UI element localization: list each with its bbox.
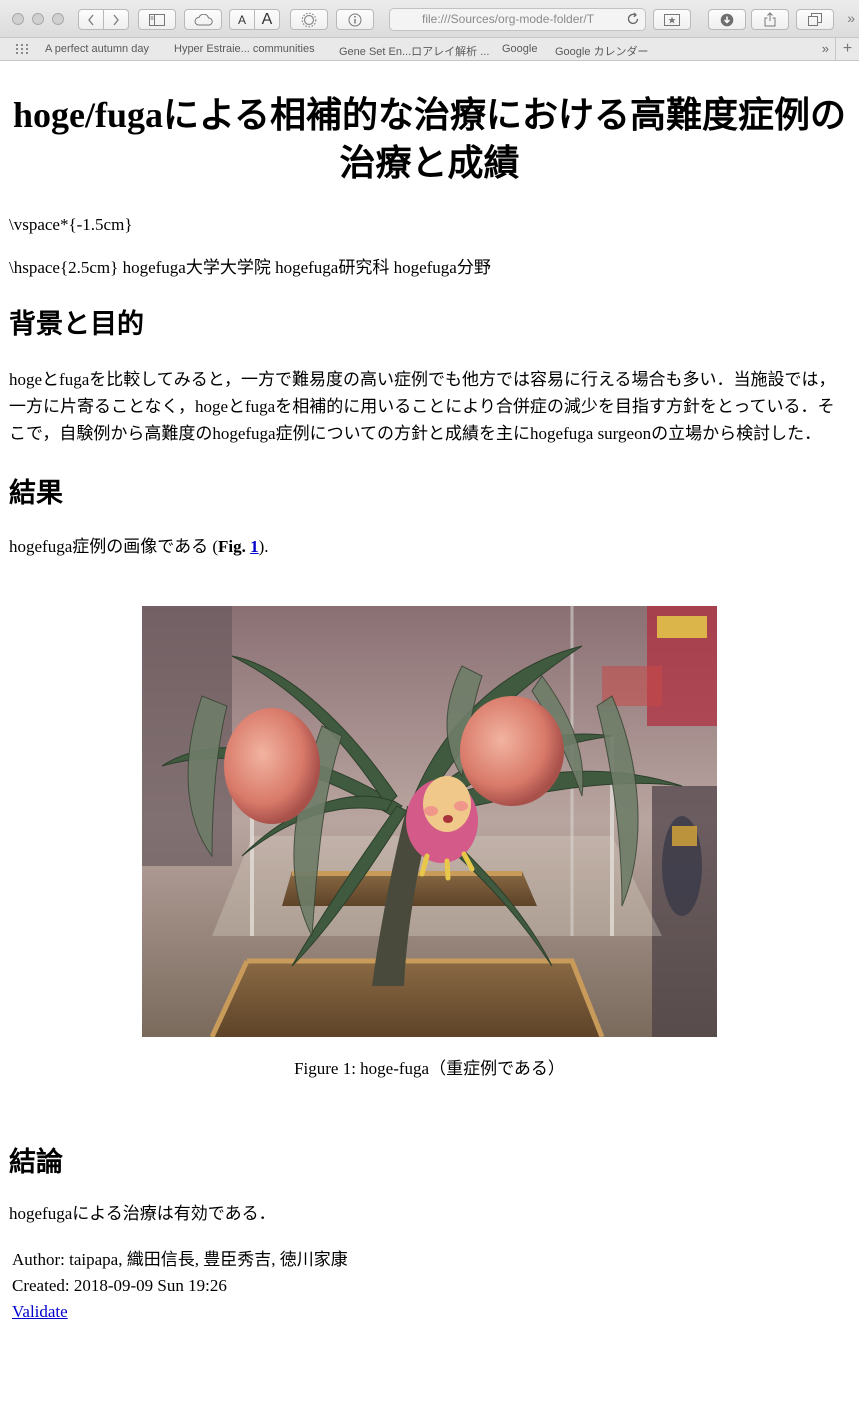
icloud-tabs-button[interactable] bbox=[184, 9, 222, 30]
info-icon bbox=[348, 13, 362, 26]
toolbar-overflow-icon[interactable]: » bbox=[847, 10, 855, 26]
chevron-right-icon bbox=[113, 14, 119, 25]
new-tab-button[interactable]: + bbox=[835, 38, 859, 60]
document-body: hoge/fugaによる相補的な治療における高難度症例の治療と成績 \vspac… bbox=[0, 91, 859, 1325]
star-icon bbox=[664, 13, 680, 26]
bookmark-item[interactable]: Google カレンダー bbox=[555, 43, 649, 59]
bookmark-item[interactable]: Hyper Estraie... communities bbox=[174, 43, 315, 55]
bookmark-item[interactable]: Gene Set En...ロアレイ解析 ... bbox=[339, 43, 489, 59]
vspace-command-text: \vspace*{-1.5cm} bbox=[9, 215, 133, 234]
bookmark-item[interactable]: A perfect autumn day bbox=[45, 43, 149, 55]
conclusion-heading: 結論 bbox=[9, 1147, 63, 1177]
results-text: hogefuga症例の画像である ( bbox=[9, 537, 218, 556]
affiliation-text: \hspace{2.5cm} hogefuga大学大学院 hogefuga研究科… bbox=[9, 258, 491, 277]
grid-icon[interactable] bbox=[16, 44, 28, 54]
bookmark-item[interactable]: Google bbox=[502, 43, 537, 55]
browser-toolbar: A A file:///Sources/org-mode-folder/T » bbox=[0, 0, 859, 38]
back-button[interactable] bbox=[79, 10, 103, 29]
figure-image bbox=[142, 606, 717, 1037]
text-larger-button[interactable]: A bbox=[254, 10, 279, 29]
address-bar[interactable]: file:///Sources/org-mode-folder/T bbox=[389, 8, 646, 31]
conclusion-paragraph: hogefugaによる治療は有効である． bbox=[9, 1204, 276, 1223]
created-line: Created: 2018-09-09 Sun 19:26 bbox=[12, 1276, 227, 1295]
bookmarks-bar: A perfect autumn day Hyper Estraie... co… bbox=[0, 38, 859, 61]
bookmark-button[interactable] bbox=[653, 9, 691, 30]
tabs-icon bbox=[808, 13, 822, 26]
figure-caption: Figure 1: hoge-fuga（重症例である） bbox=[294, 1059, 565, 1078]
background-paragraph: hogeとfugaを比較してみると，一方で難易度の高い症例でも他方では容易に行え… bbox=[9, 370, 836, 443]
text-size-group: A A bbox=[229, 9, 280, 30]
close-window-button[interactable] bbox=[12, 13, 24, 25]
share-icon bbox=[764, 12, 776, 27]
share-button[interactable] bbox=[751, 9, 789, 30]
results-text-end: ). bbox=[258, 537, 269, 556]
zoom-window-button[interactable] bbox=[52, 13, 64, 25]
cloud-icon bbox=[194, 13, 213, 25]
tabs-overview-button[interactable] bbox=[796, 9, 834, 30]
extension-button[interactable] bbox=[290, 9, 328, 30]
background-heading: 背景と目的 bbox=[9, 309, 144, 339]
info-button[interactable] bbox=[336, 9, 374, 30]
bookmarks-overflow-button[interactable]: » bbox=[822, 41, 829, 56]
fig-ref-label: Fig. bbox=[218, 537, 246, 556]
address-bar-url: file:///Sources/org-mode-folder/T bbox=[422, 12, 595, 26]
sidebar-button[interactable] bbox=[138, 9, 176, 30]
postamble: Author: taipapa, 織田信長, 豊臣秀吉, 徳川家康 Create… bbox=[9, 1247, 850, 1325]
fig-ref-link[interactable]: 1 bbox=[250, 537, 259, 556]
reload-button[interactable] bbox=[626, 12, 640, 30]
validate-link[interactable]: Validate bbox=[12, 1302, 68, 1321]
reload-icon bbox=[627, 12, 639, 25]
text-smaller-button[interactable]: A bbox=[230, 10, 254, 29]
author-line: Author: taipapa, 織田信長, 豊臣秀吉, 徳川家康 bbox=[12, 1250, 348, 1269]
sidebar-icon bbox=[149, 13, 165, 26]
chevron-left-icon bbox=[88, 14, 94, 25]
minimize-window-button[interactable] bbox=[32, 13, 44, 25]
downloads-button[interactable] bbox=[708, 9, 746, 30]
figure: Figure 1: hoge-fuga（重症例である） bbox=[9, 606, 850, 1082]
document-title: hoge/fugaによる相補的な治療における高難度症例の治療と成績 bbox=[13, 95, 846, 183]
results-paragraph: hogefuga症例の画像である (Fig. 1). bbox=[9, 533, 850, 560]
download-icon bbox=[720, 13, 734, 26]
gear-icon bbox=[301, 12, 317, 27]
forward-button[interactable] bbox=[103, 10, 128, 29]
results-heading: 結果 bbox=[9, 478, 63, 508]
back-forward-group bbox=[78, 9, 129, 30]
